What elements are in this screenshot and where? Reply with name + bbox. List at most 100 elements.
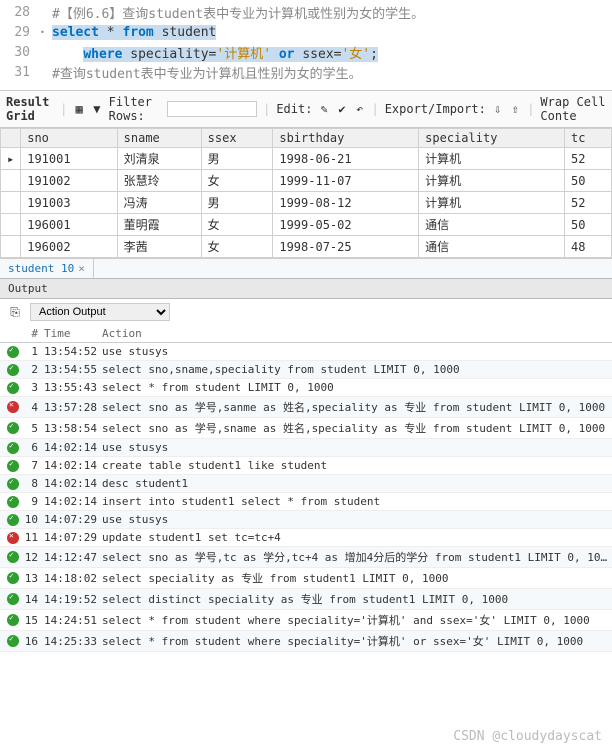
log-num: 12: [22, 551, 44, 564]
row-marker[interactable]: [1, 192, 21, 214]
table-row[interactable]: 191003冯涛男1999-08-12计算机52: [1, 192, 612, 214]
log-row[interactable]: 1514:24:51select * from student where sp…: [0, 610, 612, 631]
log-row[interactable]: 714:02:14create table student1 like stud…: [0, 457, 612, 475]
cell[interactable]: 48: [565, 236, 612, 258]
cell[interactable]: 52: [565, 192, 612, 214]
revert-icon[interactable]: ↶: [354, 100, 366, 118]
column-header[interactable]: sname: [117, 129, 201, 148]
filter-icon[interactable]: ▼: [91, 100, 103, 118]
watermark: CSDN @cloudydayscat: [453, 729, 602, 744]
log-row[interactable]: 213:54:55select sno,sname,speciality fro…: [0, 361, 612, 379]
sql-editor[interactable]: 28 #【例6.6】查询student表中专业为计算机或性别为女的学生。29•se…: [0, 0, 612, 84]
log-row[interactable]: 1314:18:02select speciality as 专业 from s…: [0, 568, 612, 589]
cell[interactable]: 女: [201, 214, 273, 236]
status-ok-icon: [7, 572, 19, 584]
export-icon[interactable]: ⇩: [492, 100, 504, 118]
log-row[interactable]: 1614:25:33select * from student where sp…: [0, 631, 612, 652]
log-action: use stusys: [102, 441, 608, 454]
cell[interactable]: 196001: [21, 214, 117, 236]
cell[interactable]: 1999-05-02: [273, 214, 419, 236]
cell[interactable]: 冯涛: [117, 192, 201, 214]
cell[interactable]: 1998-06-21: [273, 148, 419, 170]
cell[interactable]: 计算机: [419, 192, 565, 214]
cell[interactable]: 191002: [21, 170, 117, 192]
result-tab[interactable]: student 10 ×: [0, 259, 94, 278]
import-icon[interactable]: ⇧: [510, 100, 522, 118]
log-num: 11: [22, 531, 44, 544]
cell[interactable]: 196002: [21, 236, 117, 258]
row-marker[interactable]: [1, 236, 21, 258]
log-row[interactable]: 313:55:43select * from student LIMIT 0, …: [0, 379, 612, 397]
column-header[interactable]: sno: [21, 129, 117, 148]
cell[interactable]: 通信: [419, 236, 565, 258]
column-header[interactable]: sbirthday: [273, 129, 419, 148]
log-row[interactable]: 1414:19:52select distinct speciality as …: [0, 589, 612, 610]
cell[interactable]: 50: [565, 170, 612, 192]
code-line[interactable]: 31#查询student表中专业为计算机且性别为女的学生。: [0, 62, 612, 82]
log-action: select sno as 学号,sname as 姓名,speciality …: [102, 420, 608, 436]
code-text[interactable]: select * from student: [52, 25, 216, 40]
log-action: use stusys: [102, 513, 608, 526]
cell[interactable]: 1999-11-07: [273, 170, 419, 192]
cell[interactable]: 52: [565, 148, 612, 170]
cell[interactable]: 通信: [419, 214, 565, 236]
cell[interactable]: 191003: [21, 192, 117, 214]
log-row[interactable]: 1114:07:29update student1 set tc=tc+4: [0, 529, 612, 547]
log-action: desc student1: [102, 477, 608, 490]
column-header[interactable]: tc: [565, 129, 612, 148]
code-line[interactable]: 29•select * from student: [0, 22, 612, 42]
row-marker[interactable]: [1, 214, 21, 236]
column-header[interactable]: ssex: [201, 129, 273, 148]
cell[interactable]: 李茜: [117, 236, 201, 258]
filter-input[interactable]: [167, 101, 257, 117]
code-text[interactable]: #【例6.6】查询student表中专业为计算机或性别为女的学生。: [52, 3, 424, 22]
code-text[interactable]: where speciality='计算机' or ssex='女';: [52, 43, 378, 62]
cell[interactable]: 1999-08-12: [273, 192, 419, 214]
cell[interactable]: 计算机: [419, 148, 565, 170]
log-num: 10: [22, 513, 44, 526]
result-grid[interactable]: snosnamessexsbirthdayspecialitytc▸191001…: [0, 128, 612, 258]
table-row[interactable]: ▸191001刘清泉男1998-06-21计算机52: [1, 148, 612, 170]
edit-icon[interactable]: ✎: [318, 100, 330, 118]
grid-icon[interactable]: ▦: [73, 100, 85, 118]
cell[interactable]: 董明霞: [117, 214, 201, 236]
close-icon[interactable]: ×: [78, 262, 85, 275]
apply-icon[interactable]: ✔: [336, 100, 348, 118]
cell[interactable]: 1998-07-25: [273, 236, 419, 258]
cell[interactable]: 50: [565, 214, 612, 236]
code-line[interactable]: 30 where speciality='计算机' or ssex='女';: [0, 42, 612, 62]
cell[interactable]: 计算机: [419, 170, 565, 192]
code-line[interactable]: 28 #【例6.6】查询student表中专业为计算机或性别为女的学生。: [0, 2, 612, 22]
line-number: 28: [0, 5, 40, 20]
cell[interactable]: 191001: [21, 148, 117, 170]
cell[interactable]: 女: [201, 170, 273, 192]
cell[interactable]: 女: [201, 236, 273, 258]
log-row[interactable]: 614:02:14use stusys: [0, 439, 612, 457]
breakpoint-gutter[interactable]: •: [40, 28, 52, 37]
log-row[interactable]: 113:54:52use stusys: [0, 343, 612, 361]
code-text[interactable]: #查询student表中专业为计算机且性别为女的学生。: [52, 63, 362, 82]
log-time: 13:58:54: [44, 422, 102, 435]
log-num: 13: [22, 572, 44, 585]
log-row[interactable]: 413:57:28select sno as 学号,sanme as 姓名,sp…: [0, 397, 612, 418]
table-row[interactable]: 196001董明霞女1999-05-02通信50: [1, 214, 612, 236]
output-type-select[interactable]: Action Output: [30, 303, 170, 321]
log-time: 13:55:43: [44, 381, 102, 394]
output-copy-icon[interactable]: ⎘: [6, 303, 24, 321]
cell[interactable]: 张慧玲: [117, 170, 201, 192]
table-row[interactable]: 196002李茜女1998-07-25通信48: [1, 236, 612, 258]
cell[interactable]: 男: [201, 192, 273, 214]
table-row[interactable]: 191002张慧玲女1999-11-07计算机50: [1, 170, 612, 192]
column-header[interactable]: speciality: [419, 129, 565, 148]
log-row[interactable]: 1214:12:47select sno as 学号,tc as 学分,tc+4…: [0, 547, 612, 568]
log-action: select * from student where speciality='…: [102, 633, 608, 649]
row-marker[interactable]: ▸: [1, 148, 21, 170]
log-row[interactable]: 914:02:14insert into student1 select * f…: [0, 493, 612, 511]
log-row[interactable]: 814:02:14desc student1: [0, 475, 612, 493]
log-row[interactable]: 513:58:54select sno as 学号,sname as 姓名,sp…: [0, 418, 612, 439]
row-marker[interactable]: [1, 170, 21, 192]
cell[interactable]: 男: [201, 148, 273, 170]
log-row[interactable]: 1014:07:29use stusys: [0, 511, 612, 529]
export-import-label: Export/Import:: [385, 102, 486, 116]
cell[interactable]: 刘清泉: [117, 148, 201, 170]
